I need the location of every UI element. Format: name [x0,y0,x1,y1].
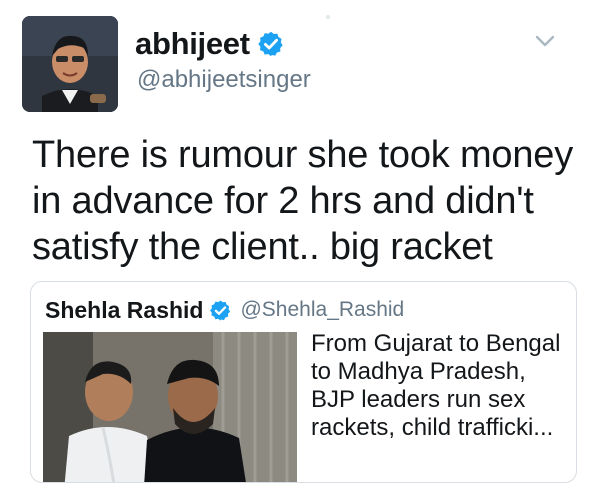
chevron-down-icon[interactable] [534,33,556,49]
author-handle[interactable]: @abhijeetsinger [137,66,311,94]
tweet-card: abhijeet @abhijeetsinger There is rumour… [0,0,600,483]
avatar-image [22,16,118,112]
author-display-name[interactable]: abhijeet [135,26,250,62]
quoted-author-name[interactable]: Shehla Rashid [45,297,203,324]
decorative-dot [326,15,330,19]
quoted-tweet-text: From Gujarat to Bengal to Madhya Pradesh… [311,330,561,441]
tweet-text: There is rumour she took money in advanc… [32,134,574,268]
author-name-row: abhijeet [135,24,285,64]
profile-avatar[interactable] [22,16,118,112]
quoted-tweet-image[interactable] [43,332,297,482]
quoted-author-row: Shehla Rashid @Shehla_Rashid [45,294,404,326]
quoted-tweet-card[interactable]: Shehla Rashid @Shehla_Rashid From Gujara… [30,281,577,483]
verified-badge-icon [257,30,285,58]
quoted-author-handle[interactable]: @Shehla_Rashid [240,298,404,322]
verified-badge-icon [209,299,232,322]
